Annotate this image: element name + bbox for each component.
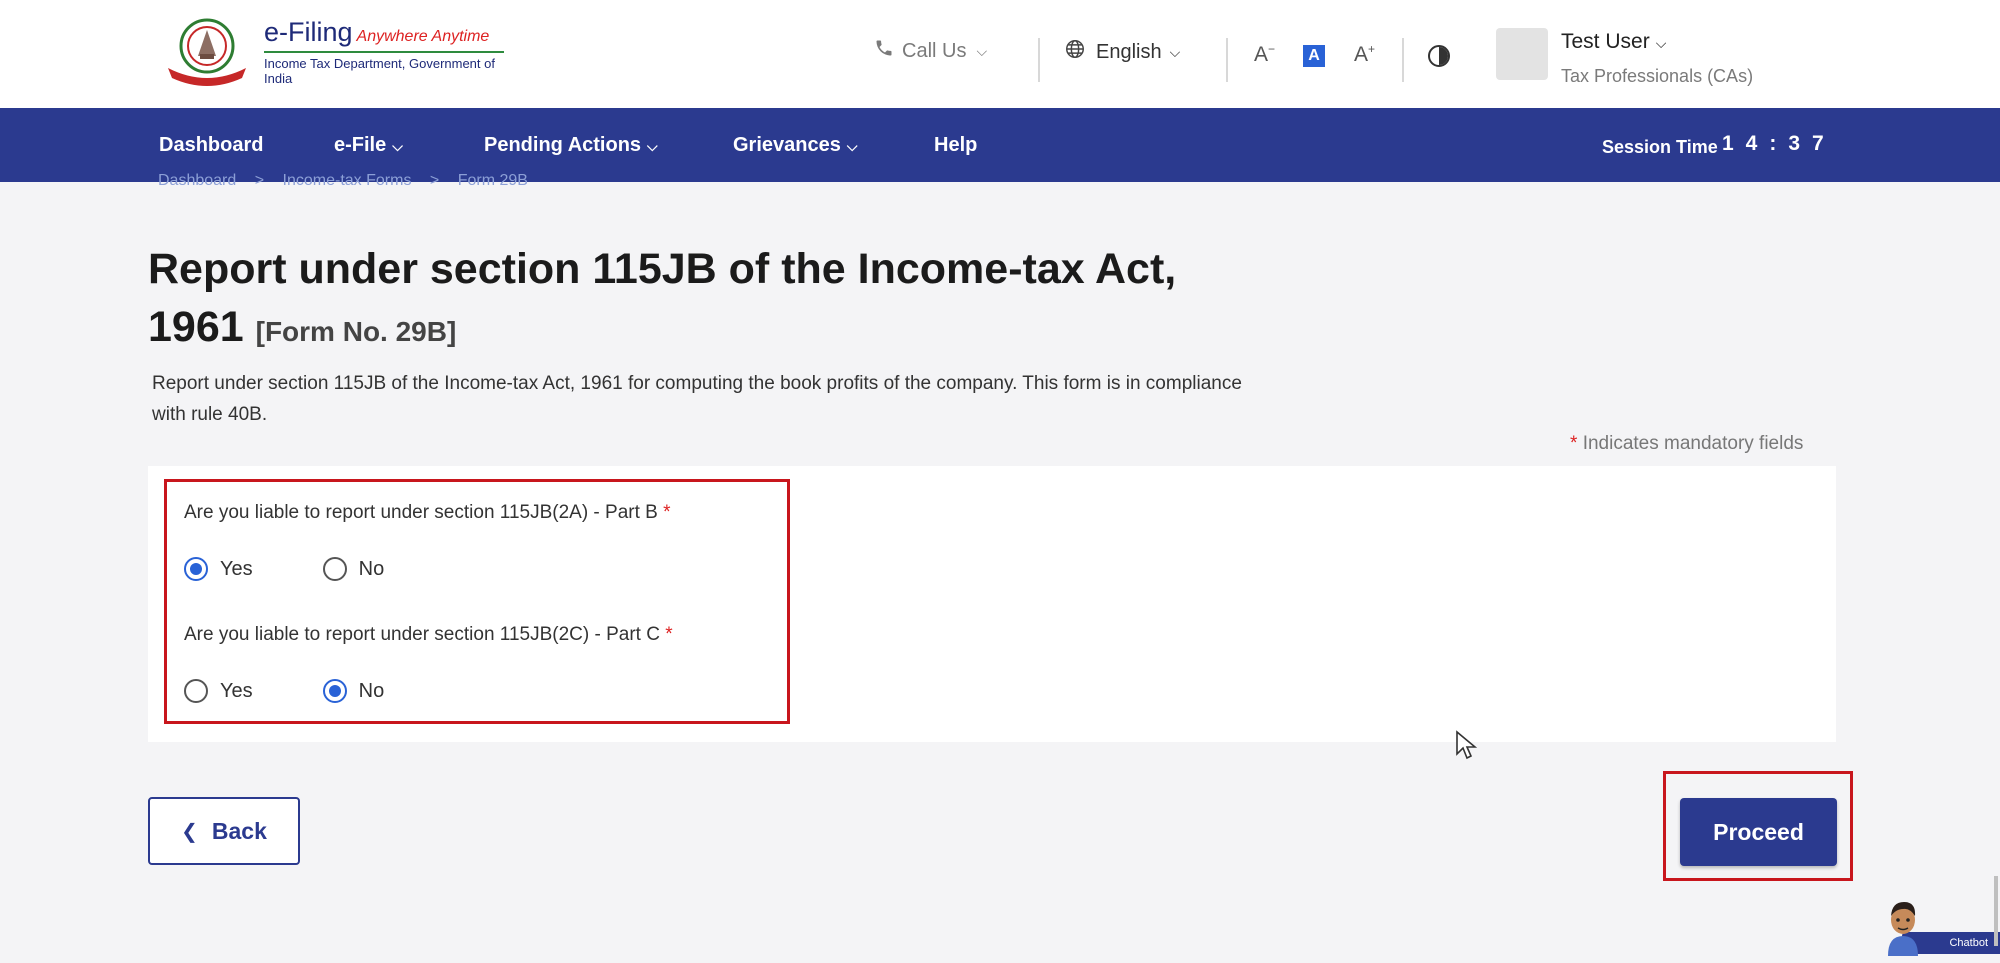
mouse-cursor-icon bbox=[1455, 730, 1478, 765]
radio-label: No bbox=[358, 557, 385, 580]
logo-subtitle: Income Tax Department, Government of Ind… bbox=[264, 55, 495, 86]
user-menu[interactable]: Test User ⌵ bbox=[1561, 30, 1666, 54]
radio-group-part-c: Yes No bbox=[184, 679, 428, 703]
user-name: Test User bbox=[1561, 30, 1650, 53]
breadcrumb-separator: > bbox=[429, 172, 440, 189]
logo-tagline: Anywhere Anytime bbox=[356, 27, 490, 45]
page-title: Report under section 115JB of the Income… bbox=[148, 240, 1248, 361]
chatbot-widget[interactable]: Chatbot bbox=[1876, 898, 2000, 958]
radio-label: Yes bbox=[220, 557, 253, 580]
question-label: Are you liable to report under section 1… bbox=[184, 624, 660, 645]
nav-dashboard[interactable]: Dashboard bbox=[159, 134, 263, 157]
avatar[interactable] bbox=[1496, 28, 1548, 80]
nav-label: Grievances bbox=[733, 134, 841, 156]
radio-button-selected[interactable] bbox=[184, 557, 208, 581]
logo-title: e-Filing bbox=[264, 16, 353, 47]
header-divider bbox=[1402, 38, 1404, 82]
radio-option-yes[interactable]: Yes bbox=[184, 557, 253, 581]
back-button-label: Back bbox=[211, 817, 267, 844]
chevron-down-icon: ⌵ bbox=[392, 138, 403, 154]
chevron-down-icon: ⌵ bbox=[976, 42, 988, 59]
radio-option-no[interactable]: No bbox=[322, 557, 385, 581]
mandatory-note-text: Indicates mandatory fields bbox=[1582, 433, 1804, 454]
nav-efile[interactable]: e-File ⌵ bbox=[334, 134, 403, 157]
call-us-dropdown[interactable]: Call Us ⌵ bbox=[874, 38, 987, 64]
globe-icon bbox=[1064, 38, 1086, 66]
back-button[interactable]: ❮ Back bbox=[148, 797, 300, 865]
header-divider bbox=[1226, 38, 1228, 82]
nav-pending-actions[interactable]: Pending Actions ⌵ bbox=[484, 134, 658, 157]
breadcrumb: Dashboard > Income-tax Forms > Form 29B bbox=[158, 172, 542, 190]
question-label: Are you liable to report under section 1… bbox=[184, 502, 658, 523]
chevron-left-icon: ❮ bbox=[181, 820, 198, 843]
national-emblem-icon bbox=[158, 16, 256, 86]
session-time-label: Session Time bbox=[1602, 137, 1718, 157]
font-normal-label: A bbox=[1308, 47, 1320, 64]
required-star: * bbox=[665, 624, 673, 645]
chevron-down-icon: ⌵ bbox=[846, 138, 858, 154]
nav-label: Help bbox=[934, 134, 978, 156]
proceed-button[interactable]: Proceed bbox=[1680, 798, 1837, 866]
breadcrumb-separator: > bbox=[254, 172, 265, 189]
nav-label: Dashboard bbox=[159, 134, 264, 156]
call-us-label: Call Us bbox=[902, 39, 967, 62]
nav-help[interactable]: Help bbox=[934, 134, 977, 157]
radio-button[interactable] bbox=[184, 679, 208, 703]
breadcrumb-current: Form 29B bbox=[457, 172, 528, 189]
breadcrumb-dashboard[interactable]: Dashboard bbox=[158, 172, 236, 189]
radio-option-no[interactable]: No bbox=[322, 679, 385, 703]
radio-button-selected[interactable] bbox=[322, 679, 347, 703]
language-label: English bbox=[1096, 40, 1162, 63]
chevron-down-icon: ⌵ bbox=[647, 138, 658, 154]
chevron-down-icon: ⌵ bbox=[1169, 43, 1181, 60]
nav-label: Pending Actions bbox=[484, 134, 642, 156]
mandatory-star: * bbox=[1570, 433, 1578, 454]
contrast-toggle-icon[interactable] bbox=[1428, 45, 1450, 67]
required-star: * bbox=[663, 502, 671, 523]
form-number: [Form No. 29B] bbox=[255, 316, 457, 347]
nav-label: e-File bbox=[334, 134, 387, 156]
efiling-logo[interactable]: e-Filing Anywhere Anytime Income Tax Depa… bbox=[158, 16, 518, 86]
chatbot-avatar-icon bbox=[1884, 898, 1922, 956]
scrollbar-thumb[interactable] bbox=[1994, 876, 1998, 946]
radio-group-part-b: Yes No bbox=[184, 557, 428, 581]
radio-button[interactable] bbox=[322, 557, 347, 581]
question-part-b: Are you liable to report under section 1… bbox=[184, 502, 671, 524]
language-dropdown[interactable]: English ⌵ bbox=[1064, 38, 1180, 66]
proceed-button-label: Proceed bbox=[1713, 818, 1804, 845]
font-normal-button[interactable]: A bbox=[1303, 45, 1325, 67]
top-header: e-Filing Anywhere Anytime Income Tax Depa… bbox=[0, 0, 2000, 108]
font-increase-label: A bbox=[1354, 43, 1369, 66]
radio-label: No bbox=[358, 679, 385, 702]
font-increase-button[interactable]: A+ bbox=[1354, 42, 1375, 67]
font-decrease-button[interactable]: A− bbox=[1254, 42, 1275, 67]
breadcrumb-income-tax-forms[interactable]: Income-tax Forms bbox=[283, 172, 412, 189]
user-role: Tax Professionals (CAs) bbox=[1561, 66, 1754, 86]
chevron-down-icon: ⌵ bbox=[1655, 35, 1667, 51]
page-description: Report under section 115JB of the Income… bbox=[152, 373, 1242, 425]
font-decrease-label: A bbox=[1254, 43, 1269, 66]
phone-icon bbox=[874, 38, 894, 64]
header-divider bbox=[1038, 38, 1040, 82]
radio-label: Yes bbox=[220, 679, 253, 702]
radio-option-yes[interactable]: Yes bbox=[184, 679, 253, 703]
logo-divider bbox=[264, 50, 504, 53]
question-part-c: Are you liable to report under section 1… bbox=[184, 624, 673, 646]
nav-grievances[interactable]: Grievances ⌵ bbox=[733, 134, 857, 157]
session-time-value: 14:37 bbox=[1722, 132, 1836, 155]
main-nav: Dashboard e-File ⌵ Pending Actions ⌵ Griev… bbox=[0, 108, 2000, 182]
mandatory-note: * Indicates mandatory fields bbox=[1570, 433, 1803, 455]
